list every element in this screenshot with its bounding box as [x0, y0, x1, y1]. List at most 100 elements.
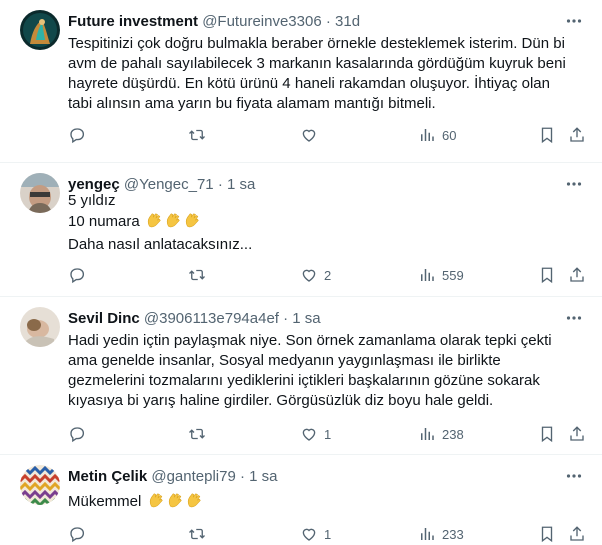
- retweet-icon: [189, 428, 205, 440]
- text-line: avm de pahalı sayılabilecek 3 markanın k…: [68, 55, 566, 72]
- separator: ·: [240, 468, 245, 485]
- reply-button[interactable]: [68, 524, 92, 544]
- tweet[interactable]: Sevil Dinc @3906113e794a4ef · 1 sa Hadi …: [0, 297, 602, 455]
- retweet-icon: [189, 528, 205, 540]
- tweet-text: Hadi yedin içtin paylaşmak niye. Son örn…: [68, 331, 572, 411]
- reply-icon: [70, 527, 85, 543]
- text-line: Tespitinizi çok doğru bulmakla beraber ö…: [68, 35, 565, 52]
- display-name[interactable]: Future investment: [68, 13, 198, 30]
- timestamp[interactable]: 1 sa: [292, 310, 320, 327]
- text-line: gezmelerini tozmalarını yediklerini içti…: [68, 372, 540, 389]
- tweet-text: 5 yıldız 10 numara Daha nasıl anlatacaks…: [68, 191, 572, 255]
- text-line: kıyasıya bi yarış haline girdiler. Görgü…: [68, 392, 494, 409]
- views-icon: [421, 528, 434, 540]
- text-line: tabi alınsın ama yarın bu fiyata alamam …: [68, 95, 436, 112]
- text-line-with-emoji: 10 numara: [68, 211, 572, 235]
- tweet-text: Mükemmel: [68, 491, 572, 515]
- bookmark-icon: [541, 267, 553, 284]
- bookmark-button[interactable]: [538, 125, 556, 145]
- share-button[interactable]: [568, 125, 586, 145]
- more-icon[interactable]: [564, 12, 584, 32]
- display-name[interactable]: Sevil Dinc: [68, 310, 140, 327]
- retweet-button[interactable]: [188, 125, 212, 145]
- share-icon: [570, 526, 584, 541]
- view-count: 60: [442, 127, 457, 143]
- retweet-icon: [189, 269, 205, 281]
- views-button[interactable]: 559: [418, 265, 464, 285]
- text-line: Mükemmel: [68, 493, 142, 510]
- views-button[interactable]: 238: [418, 424, 464, 444]
- share-button[interactable]: [568, 265, 586, 285]
- view-count: 238: [442, 426, 464, 442]
- bookmark-button[interactable]: [538, 524, 556, 544]
- bookmark-icon: [541, 127, 553, 144]
- retweet-button[interactable]: [188, 265, 212, 285]
- action-bar: 1 238: [68, 424, 584, 444]
- share-button[interactable]: [568, 524, 586, 544]
- retweet-icon: [189, 129, 205, 141]
- more-icon[interactable]: [564, 467, 584, 487]
- timestamp[interactable]: 1 sa: [249, 468, 277, 485]
- tweet[interactable]: Metin Çelik @gantepli79 · 1 sa Mükemmel …: [0, 455, 602, 545]
- tweet-text: Tespitinizi çok doğru bulmakla beraber ö…: [68, 34, 572, 114]
- user-handle[interactable]: @3906113e794a4ef: [144, 310, 279, 327]
- reply-icon: [70, 427, 85, 443]
- reply-button[interactable]: [68, 265, 92, 285]
- like-icon: [302, 269, 316, 282]
- like-count: 1: [324, 526, 332, 542]
- bookmark-button[interactable]: [538, 424, 556, 444]
- share-icon: [570, 426, 584, 441]
- separator: ·: [325, 13, 331, 30]
- text-line: hayrete düşürdü. En kötü ürünü 4 haneli …: [68, 75, 550, 92]
- action-bar: 2 559: [68, 265, 584, 285]
- tweet[interactable]: Future investment @Futureinve3306 · 31d …: [0, 0, 602, 163]
- tweet[interactable]: yengeç @Yengec_71 · 1 sa 5 yıldız 10 num…: [0, 163, 602, 297]
- share-icon: [570, 127, 584, 142]
- text-line: 5 yıldız: [68, 192, 116, 209]
- user-handle[interactable]: @gantepli79: [151, 468, 235, 485]
- user-handle[interactable]: @Futureinve3306: [202, 13, 321, 30]
- clapping-hands-emoji: [145, 211, 202, 235]
- like-button[interactable]: 1: [300, 524, 331, 544]
- bookmark-icon: [541, 526, 553, 543]
- text-line-with-emoji: Mükemmel: [68, 491, 572, 515]
- retweet-button[interactable]: [188, 424, 212, 444]
- text-line: Hadi yedin içtin paylaşmak niye. Son örn…: [68, 332, 552, 349]
- timestamp[interactable]: 31d: [335, 13, 360, 30]
- reply-button[interactable]: [68, 424, 92, 444]
- text-line: Daha nasıl anlatacaksınız...: [68, 236, 253, 253]
- views-icon: [421, 129, 434, 141]
- views-button[interactable]: 60: [418, 125, 456, 145]
- action-bar: 60: [68, 125, 584, 145]
- share-button[interactable]: [568, 424, 586, 444]
- like-button[interactable]: [300, 125, 324, 145]
- like-count: 1: [324, 426, 332, 442]
- reply-icon: [70, 268, 85, 284]
- views-button[interactable]: 233: [418, 524, 464, 544]
- text-line: ama genelde insanlar, Sosyal medyanın ya…: [68, 352, 501, 369]
- like-icon: [302, 528, 316, 541]
- avatar[interactable]: [20, 173, 60, 213]
- avatar[interactable]: [20, 10, 60, 50]
- share-icon: [570, 267, 584, 282]
- reply-icon: [70, 128, 85, 144]
- retweet-button[interactable]: [188, 524, 212, 544]
- text-line: 10 numara: [68, 213, 140, 230]
- more-icon[interactable]: [564, 309, 584, 329]
- avatar[interactable]: [20, 307, 60, 347]
- reply-button[interactable]: [68, 125, 92, 145]
- like-count: 2: [324, 267, 332, 283]
- bookmark-button[interactable]: [538, 265, 556, 285]
- view-count: 559: [442, 267, 464, 283]
- clapping-hands-emoji: [147, 491, 204, 515]
- views-icon: [421, 428, 434, 440]
- view-count: 233: [442, 526, 464, 542]
- like-icon: [302, 129, 316, 142]
- display-name[interactable]: Metin Çelik: [68, 468, 147, 485]
- avatar[interactable]: [20, 465, 60, 505]
- views-icon: [421, 269, 434, 281]
- like-button[interactable]: 1: [300, 424, 331, 444]
- bookmark-icon: [541, 426, 553, 443]
- action-bar: 1 233: [68, 524, 584, 544]
- like-button[interactable]: 2: [300, 265, 331, 285]
